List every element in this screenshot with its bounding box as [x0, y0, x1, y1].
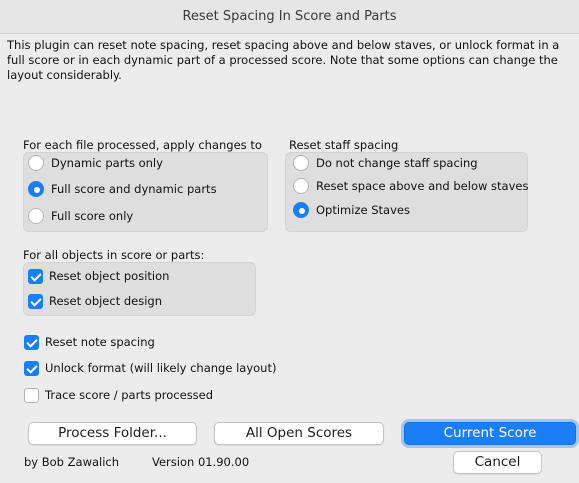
checkbox[interactable]	[28, 293, 43, 309]
checkbox[interactable]	[24, 360, 39, 376]
author-credit: by Bob Zawalich	[24, 455, 120, 469]
checkbox[interactable]	[24, 334, 39, 350]
radio-full-score-and-parts[interactable]: Full score and dynamic parts	[28, 179, 217, 199]
plugin-description: This plugin can reset note spacing, rese…	[7, 38, 560, 82]
radio-reset-space-staves[interactable]: Reset space above and below staves	[293, 176, 528, 196]
process-folder-button[interactable]: Process Folder...	[28, 422, 197, 445]
radio-optimize-staves[interactable]: Optimize Staves	[293, 200, 410, 220]
radio-full-score-only[interactable]: Full score only	[28, 206, 133, 226]
radio-button[interactable]	[293, 202, 309, 218]
apply-group-label: For each file processed, apply changes t…	[23, 138, 262, 152]
radio-button[interactable]	[28, 155, 44, 171]
radio-no-staff-change[interactable]: Do not change staff spacing	[293, 153, 478, 173]
current-score-button[interactable]: Current Score	[404, 422, 576, 445]
checkbox-trace-processed[interactable]: Trace score / parts processed	[24, 386, 213, 404]
cancel-button[interactable]: Cancel	[453, 451, 542, 474]
radio-button[interactable]	[293, 178, 309, 194]
radio-dynamic-parts-only[interactable]: Dynamic parts only	[28, 153, 163, 173]
checkbox-reset-note-spacing[interactable]: Reset note spacing	[24, 333, 155, 351]
radio-button[interactable]	[28, 181, 44, 197]
version-label: Version 01.90.00	[152, 455, 250, 469]
radio-button[interactable]	[293, 155, 309, 171]
objects-group-label: For all objects in score or parts:	[23, 248, 205, 262]
window-title: Reset Spacing In Score and Parts	[182, 9, 397, 24]
checkbox-unlock-format[interactable]: Unlock format (will likely change layout…	[24, 359, 276, 377]
window-titlebar: Reset Spacing In Score and Parts	[0, 0, 579, 34]
radio-button[interactable]	[28, 208, 44, 224]
checkbox-reset-object-design[interactable]: Reset object design	[28, 292, 162, 310]
checkbox[interactable]	[28, 268, 43, 284]
checkbox-reset-object-position[interactable]: Reset object position	[28, 267, 169, 285]
staff-group-label: Reset staff spacing	[289, 138, 399, 152]
checkbox[interactable]	[24, 387, 39, 403]
all-open-scores-button[interactable]: All Open Scores	[214, 422, 384, 445]
